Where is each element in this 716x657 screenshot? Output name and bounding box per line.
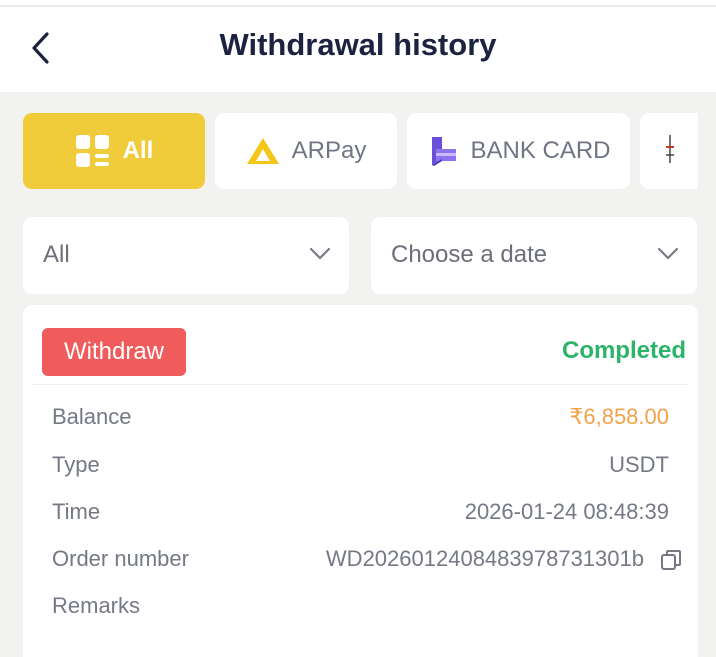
remarks-label: Remarks	[52, 593, 141, 618]
order-number-row: Order number WD2026012408483978731301b	[52, 546, 681, 576]
tab-all-label: All	[122, 137, 154, 164]
time-row: Time 2026-01-24 08:48:39	[52, 499, 669, 529]
top-divider	[0, 5, 716, 7]
order-number-value: WD2026012408483978731301b	[325, 546, 644, 571]
payment-method-tabs: All ARPay BANK CARD	[23, 113, 698, 189]
remarks-row: Remarks	[52, 593, 669, 623]
time-value: 2026-01-24 08:48:39	[464, 499, 669, 524]
withdrawal-record-card: Withdraw Completed Balance ₹6,858.00 Typ…	[23, 305, 698, 657]
tab-arpay-label: ARPay	[291, 137, 367, 164]
grid-list-icon	[75, 135, 109, 167]
tab-more[interactable]	[640, 113, 698, 189]
arpay-logo-icon	[246, 138, 279, 164]
tab-all[interactable]: All	[23, 113, 205, 189]
copy-icon[interactable]	[659, 548, 683, 572]
date-filter-placeholder: Choose a date	[391, 241, 548, 268]
balance-row: Balance ₹6,858.00	[52, 404, 669, 434]
tab-bank-card-label: BANK CARD	[470, 137, 611, 164]
type-row: Type USDT	[52, 452, 669, 482]
order-number-label: Order number	[52, 546, 189, 571]
transaction-type-badge: Withdraw	[42, 328, 186, 376]
type-filter-value: All	[43, 241, 70, 268]
balance-label: Balance	[52, 404, 132, 429]
tab-arpay[interactable]: ARPay	[215, 113, 397, 189]
type-label: Type	[52, 452, 100, 477]
header-bar: Withdrawal history	[0, 0, 716, 92]
partial-tab-icon	[666, 135, 674, 163]
status-badge: Completed	[561, 337, 686, 364]
date-filter-dropdown[interactable]: Choose a date	[371, 217, 697, 294]
tab-bank-card[interactable]: BANK CARD	[407, 113, 630, 189]
balance-value: ₹6,858.00	[569, 404, 669, 429]
page-title: Withdrawal history	[219, 27, 497, 62]
type-filter-dropdown[interactable]: All	[23, 217, 349, 294]
bank-card-icon	[432, 137, 457, 166]
card-divider	[33, 384, 688, 385]
time-label: Time	[52, 499, 101, 524]
chevron-down-icon	[309, 247, 331, 260]
type-value: USDT	[609, 452, 669, 477]
chevron-down-icon	[657, 247, 679, 260]
